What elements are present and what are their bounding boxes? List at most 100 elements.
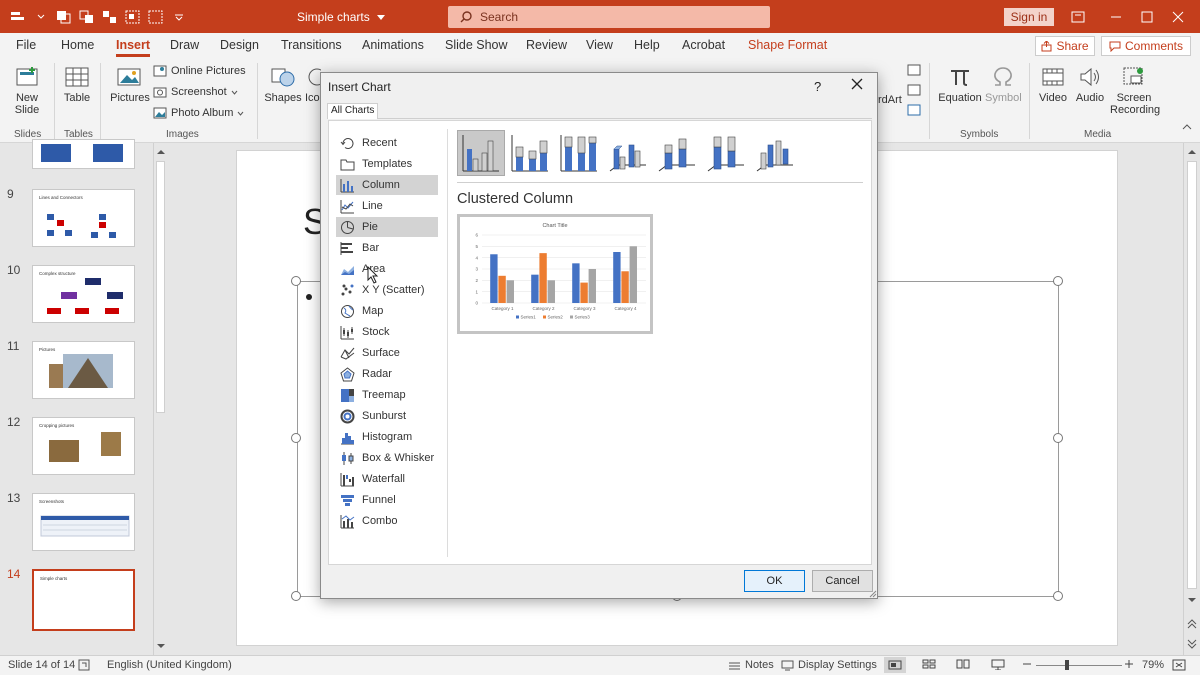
tab-review[interactable]: Review bbox=[526, 38, 567, 52]
category-templates[interactable]: Templates bbox=[336, 154, 438, 174]
pictures-button[interactable]: Pictures bbox=[108, 65, 152, 104]
tab-acrobat[interactable]: Acrobat bbox=[682, 38, 725, 52]
resize-handle[interactable] bbox=[1053, 433, 1063, 443]
wordart-button[interactable]: rdArt bbox=[878, 94, 904, 106]
tab-transitions[interactable]: Transitions bbox=[281, 38, 342, 52]
resize-handle[interactable] bbox=[291, 276, 301, 286]
sign-in-button[interactable]: Sign in bbox=[1004, 8, 1054, 26]
language-status[interactable]: English (United Kingdom) bbox=[107, 659, 232, 671]
category-combo[interactable]: Combo bbox=[336, 511, 438, 531]
slide-thumbnail-9[interactable]: Lines and Connectors bbox=[32, 189, 135, 247]
screen-recording-button[interactable]: Screen Recording bbox=[1110, 65, 1160, 116]
minimize-icon[interactable] bbox=[1106, 9, 1126, 25]
resize-grip-icon[interactable] bbox=[869, 590, 877, 598]
cancel-button[interactable]: Cancel bbox=[812, 570, 873, 592]
slide-sorter-button[interactable] bbox=[922, 659, 936, 669]
fit-slide-button[interactable] bbox=[1172, 659, 1186, 671]
zoom-in-button[interactable] bbox=[1124, 659, 1134, 669]
category-radar[interactable]: Radar bbox=[336, 364, 438, 384]
close-icon[interactable] bbox=[851, 77, 863, 95]
collapse-ribbon-icon[interactable] bbox=[1180, 121, 1194, 133]
help-button[interactable]: ? bbox=[814, 79, 821, 94]
ok-button[interactable]: OK bbox=[744, 570, 805, 592]
resize-handle[interactable] bbox=[291, 591, 301, 601]
tab-all-charts[interactable]: All Charts bbox=[327, 103, 379, 119]
zoom-slider-thumb[interactable] bbox=[1065, 660, 1069, 670]
subtype-100-stacked-column[interactable] bbox=[555, 130, 603, 176]
resize-handle[interactable] bbox=[1053, 276, 1063, 286]
resize-handle[interactable] bbox=[1053, 591, 1063, 601]
maximize-icon[interactable] bbox=[1137, 9, 1157, 25]
tab-view[interactable]: View bbox=[586, 38, 613, 52]
copy-icon[interactable] bbox=[54, 7, 73, 26]
zoom-out-button[interactable] bbox=[1022, 659, 1032, 669]
shapes-button[interactable]: Shapes bbox=[264, 65, 302, 104]
qat-more-icon[interactable] bbox=[169, 7, 188, 26]
equation-button[interactable]: Equation bbox=[936, 65, 984, 104]
scrollbar-thumb[interactable] bbox=[156, 161, 165, 413]
display-settings-button[interactable]: Display Settings bbox=[781, 659, 877, 671]
chevron-down-icon[interactable] bbox=[31, 7, 50, 26]
ribbon-display-icon[interactable] bbox=[1068, 9, 1088, 25]
photo-album-button[interactable]: Photo Album bbox=[153, 107, 244, 119]
category-treemap[interactable]: Treemap bbox=[336, 385, 438, 405]
scroll-down-icon[interactable] bbox=[1185, 595, 1199, 605]
resize-handle[interactable] bbox=[291, 433, 301, 443]
scroll-up-icon[interactable] bbox=[1185, 147, 1199, 157]
slide-thumbnail-10[interactable]: Complex structure bbox=[32, 265, 135, 323]
category-box-whisker[interactable]: Box & Whisker bbox=[336, 448, 438, 468]
reading-view-button[interactable] bbox=[956, 659, 970, 669]
slide-thumbnail-13[interactable]: Screenshots bbox=[32, 493, 135, 551]
category-line[interactable]: Line bbox=[336, 196, 438, 216]
new-slide-button[interactable]: New Slide bbox=[8, 65, 46, 116]
category-recent[interactable]: Recent bbox=[336, 133, 438, 153]
category-stock[interactable]: Stock bbox=[336, 322, 438, 342]
subtype-stacked-column[interactable] bbox=[506, 130, 554, 176]
audio-button[interactable]: Audio bbox=[1072, 65, 1108, 104]
next-slide-icon[interactable] bbox=[1185, 637, 1199, 649]
accessibility-icon[interactable] bbox=[78, 659, 90, 671]
subtype-3d-clustered-column[interactable] bbox=[604, 130, 652, 176]
slide-thumbnail-8[interactable] bbox=[32, 139, 135, 169]
scroll-up-icon[interactable] bbox=[155, 147, 167, 157]
document-title[interactable]: Simple charts bbox=[297, 10, 386, 24]
tab-file[interactable]: File bbox=[16, 38, 36, 52]
customize-icon[interactable] bbox=[8, 7, 27, 26]
arrange-icon[interactable] bbox=[100, 7, 119, 26]
duplicate-icon[interactable] bbox=[77, 7, 96, 26]
normal-view-button[interactable] bbox=[884, 657, 906, 673]
thumbnail-scrollbar[interactable] bbox=[153, 143, 167, 655]
slide-thumbnail-11[interactable]: Pictures bbox=[32, 341, 135, 399]
category-bar[interactable]: Bar bbox=[336, 238, 438, 258]
category-xy-scatter[interactable]: X Y (Scatter) bbox=[336, 280, 438, 300]
slide-thumbnail-14[interactable]: Simple charts bbox=[32, 569, 135, 631]
category-area[interactable]: Area bbox=[336, 259, 438, 279]
category-pie[interactable]: Pie bbox=[336, 217, 438, 237]
share-button[interactable]: Share bbox=[1035, 36, 1095, 56]
comments-button[interactable]: Comments bbox=[1101, 36, 1191, 56]
table-button[interactable]: Table bbox=[60, 65, 94, 104]
category-column[interactable]: Column bbox=[336, 175, 438, 195]
text-extras[interactable] bbox=[905, 63, 923, 120]
zoom-slider[interactable] bbox=[1036, 665, 1122, 666]
scroll-down-icon[interactable] bbox=[155, 641, 167, 651]
tab-draw[interactable]: Draw bbox=[170, 38, 199, 52]
close-icon[interactable] bbox=[1168, 9, 1188, 25]
tab-help[interactable]: Help bbox=[634, 38, 660, 52]
scrollbar-thumb[interactable] bbox=[1187, 161, 1197, 589]
tab-design[interactable]: Design bbox=[220, 38, 259, 52]
video-button[interactable]: Video bbox=[1034, 65, 1072, 104]
tab-animations[interactable]: Animations bbox=[362, 38, 424, 52]
tab-slide-show[interactable]: Slide Show bbox=[445, 38, 508, 52]
group-icon[interactable] bbox=[123, 7, 142, 26]
category-histogram[interactable]: Histogram bbox=[336, 427, 438, 447]
online-pictures-button[interactable]: Online Pictures bbox=[153, 65, 246, 77]
subtype-3d-100-stacked-column[interactable] bbox=[702, 130, 750, 176]
slide-thumbnail-12[interactable]: Cropping pictures bbox=[32, 417, 135, 475]
previous-slide-icon[interactable] bbox=[1185, 619, 1199, 631]
category-surface[interactable]: Surface bbox=[336, 343, 438, 363]
zoom-level[interactable]: 79% bbox=[1142, 659, 1164, 671]
category-waterfall[interactable]: Waterfall bbox=[336, 469, 438, 489]
tab-insert[interactable]: Insert bbox=[116, 38, 151, 57]
canvas-scrollbar[interactable] bbox=[1183, 143, 1200, 655]
